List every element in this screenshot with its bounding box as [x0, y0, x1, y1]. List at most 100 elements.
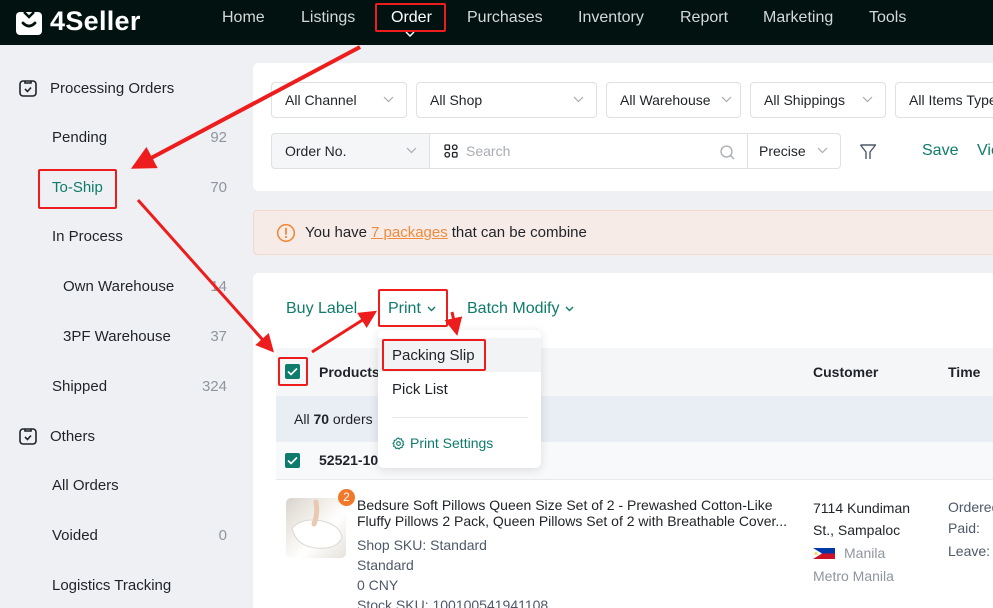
- customer-city: Manila: [844, 545, 886, 561]
- buy-label-text: Buy Label: [286, 300, 358, 317]
- select-value: All Items Type: [909, 92, 993, 108]
- product-variant: Standard: [357, 557, 414, 573]
- sidebar-item-count: 324: [201, 378, 227, 395]
- sidebar-item-own-warehouse[interactable]: Own Warehouse 14: [63, 278, 227, 295]
- chevron-down-icon: [817, 147, 828, 154]
- menu-divider: [392, 417, 528, 418]
- select-value: All Shop: [430, 92, 483, 108]
- filter-panel: All Channel All Shop All Warehouse All S…: [253, 63, 993, 191]
- sidebar-item-count: 92: [210, 129, 227, 146]
- menu-item-pick-list[interactable]: Pick List: [378, 372, 541, 406]
- clipboard-check-icon: [19, 80, 37, 97]
- pillow-image-icon: [291, 499, 343, 549]
- checkmark-icon: [287, 367, 298, 376]
- search-input[interactable]: [466, 143, 706, 159]
- sidebar-group-others[interactable]: Others: [18, 426, 95, 446]
- all-count: 70: [313, 411, 330, 427]
- search-input-wrapper: [430, 133, 747, 169]
- search-icon[interactable]: [720, 145, 735, 160]
- batch-modify-button[interactable]: Batch Modify: [467, 300, 574, 318]
- order-search-group: Order No. Precise: [271, 133, 841, 169]
- all-suffix: orders: [332, 411, 373, 427]
- view-filter-button[interactable]: View: [977, 142, 993, 160]
- sidebar-item-label: To-Ship: [52, 179, 103, 196]
- sidebar-item-label: Own Warehouse: [63, 278, 175, 295]
- warehouse-select[interactable]: All Warehouse: [606, 82, 741, 118]
- sidebar-item-shipped[interactable]: Shipped 324: [52, 378, 227, 395]
- nav-report[interactable]: Report: [680, 9, 728, 27]
- print-dropdown-menu: Packing Slip Pick List Print Settings: [378, 330, 541, 468]
- sidebar-group-processing-orders[interactable]: Processing Orders: [18, 78, 174, 98]
- select-value: All Channel: [285, 92, 357, 108]
- nav-inventory[interactable]: Inventory: [578, 9, 644, 27]
- customer-region: Metro Manila: [813, 568, 894, 584]
- batch-modify-text: Batch Modify: [467, 300, 560, 317]
- all-prefix: All: [294, 411, 310, 427]
- stock-sku: Stock SKU: 100100541941108: [357, 597, 549, 608]
- sidebar-item-to-ship[interactable]: To-Ship 70: [52, 179, 227, 196]
- nav-home[interactable]: Home: [222, 9, 265, 27]
- nav-order[interactable]: Order: [391, 9, 432, 27]
- select-value: Order No.: [285, 143, 347, 159]
- search-field-select[interactable]: Order No.: [271, 133, 430, 169]
- sidebar-item-label: All Orders: [52, 477, 119, 494]
- shop-select[interactable]: All Shop: [416, 82, 597, 118]
- menu-item-label: Packing Slip: [392, 346, 475, 364]
- print-text: Print: [388, 300, 421, 317]
- customer-address-line1: 7114 Kundiman: [813, 500, 911, 516]
- brand-logo[interactable]: 4Seller: [15, 6, 141, 37]
- sidebar-item-all-orders[interactable]: All Orders: [52, 477, 227, 494]
- order-number[interactable]: 52521-10: [319, 452, 378, 468]
- nav-marketing[interactable]: Marketing: [763, 9, 833, 27]
- customer-address-line2: St., Sampaloc: [813, 522, 901, 538]
- sidebar-item-label: In Process: [52, 228, 123, 245]
- select-value: All Warehouse: [620, 92, 711, 108]
- select-all-checkbox[interactable]: [285, 364, 300, 379]
- menu-item-label: Pick List: [392, 380, 448, 398]
- menu-item-packing-slip[interactable]: Packing Slip: [378, 338, 541, 372]
- sidebar-item-3pf-warehouse[interactable]: 3PF Warehouse 37: [63, 328, 227, 345]
- combine-packages-notice: You have 7 packages that can be combine: [253, 210, 993, 255]
- sidebar-item-logistics-tracking[interactable]: Logistics Tracking: [52, 577, 227, 594]
- match-mode-select[interactable]: Precise: [747, 133, 841, 169]
- order-checkbox[interactable]: [285, 453, 300, 468]
- shop-sku: Shop SKU: Standard: [357, 537, 487, 553]
- sidebar-item-count: 0: [218, 527, 227, 544]
- sidebar-item-label: Logistics Tracking: [52, 577, 172, 594]
- packages-link[interactable]: 7 packages: [371, 224, 448, 241]
- buy-label-button[interactable]: Buy Label: [286, 300, 357, 318]
- channel-select[interactable]: All Channel: [271, 82, 407, 118]
- shipping-select[interactable]: All Shippings: [750, 82, 886, 118]
- items-type-select[interactable]: All Items Type: [895, 82, 993, 118]
- sidebar-item-label: Voided: [52, 527, 98, 544]
- product-title[interactable]: Bedsure Soft Pillows Queen Size Set of 2…: [357, 497, 802, 529]
- product-thumbnail[interactable]: [286, 498, 346, 558]
- sidebar-item-voided[interactable]: Voided 0: [52, 527, 227, 544]
- sidebar-item-pending[interactable]: Pending 92: [52, 129, 227, 146]
- top-nav-bar: 4Seller Home Listings Order Purchases In…: [0, 0, 993, 45]
- chevron-down-icon: [565, 306, 574, 312]
- nav-purchases[interactable]: Purchases: [467, 9, 543, 27]
- print-settings-link[interactable]: Print Settings: [392, 435, 493, 451]
- notice-suffix: that can be combine: [451, 224, 587, 241]
- print-button[interactable]: Print: [388, 300, 436, 318]
- sidebar-item-count: 37: [210, 328, 227, 345]
- notice-prefix: You have: [305, 224, 368, 241]
- nav-listings[interactable]: Listings: [301, 9, 355, 27]
- filter-icon[interactable]: [859, 143, 877, 161]
- all-orders-text: All 70 orders: [294, 411, 373, 427]
- clipboard-check-icon: [19, 428, 37, 445]
- checkmark-icon: [287, 456, 298, 465]
- paid-label: Paid:: [948, 520, 980, 536]
- sidebar-item-label: Shipped: [52, 378, 108, 395]
- quantity-badge: 2: [338, 489, 355, 506]
- column-time: Time: [948, 364, 981, 380]
- brand-name: 4Seller: [50, 6, 141, 36]
- sidebar-item-count: 70: [210, 179, 227, 196]
- sidebar-item-in-process[interactable]: In Process: [52, 228, 227, 245]
- gear-icon: [392, 436, 405, 450]
- batch-search-icon[interactable]: [444, 144, 458, 158]
- save-filter-button[interactable]: Save: [922, 142, 958, 160]
- nav-tools[interactable]: Tools: [869, 9, 906, 27]
- sidebar-item-label: 3PF Warehouse: [63, 328, 171, 345]
